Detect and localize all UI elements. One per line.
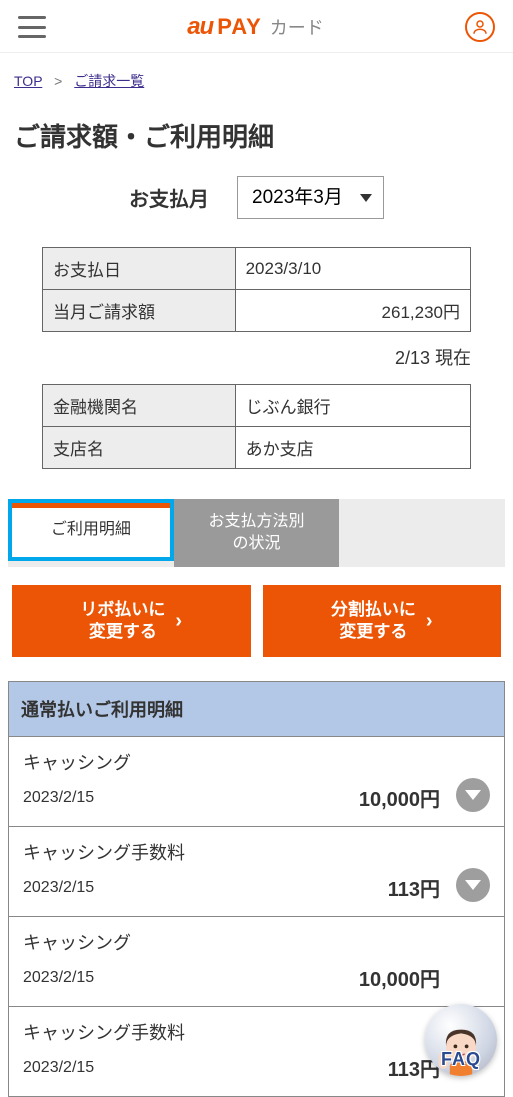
row-title: キャッシング [23, 929, 490, 955]
app-header: au PAY カード [0, 0, 513, 53]
bank-label: 金融機関名 [43, 385, 236, 427]
expand-row-icon[interactable] [456, 868, 490, 902]
breadcrumb-top-link[interactable]: TOP [14, 73, 42, 89]
tab-payment-method-status[interactable]: お支払方法別 の状況 [174, 499, 340, 567]
bank-info-table: 金融機関名 じぶん銀行 支店名 あか支店 [42, 384, 471, 469]
branch-label: 支店名 [43, 427, 236, 469]
pay-date-value: 2023/3/10 [235, 248, 470, 290]
installment-label: 分割払いに 変更する [331, 599, 416, 643]
chevron-right-icon: › [426, 608, 433, 634]
logo-card: カード [270, 14, 324, 40]
usage-detail-header: 通常払いご利用明細 [9, 682, 504, 737]
change-to-installment-button[interactable]: 分割払いに 変更する › [263, 585, 502, 657]
payment-month-selector: お支払月 2023年3月 [0, 176, 513, 219]
row-date: 2023/2/15 [23, 969, 94, 987]
page-title: ご請求額・ご利用明細 [0, 99, 513, 176]
row-title: キャッシング手数料 [23, 839, 490, 865]
faq-label: FAQ [425, 1049, 497, 1070]
as-of-date: 2/13 現在 [0, 342, 513, 384]
amount-value: 261,230円 [235, 290, 470, 332]
payment-summary-table: お支払日 2023/3/10 当月ご請求額 261,230円 [42, 247, 471, 332]
payment-change-actions: リボ払いに 変更する › 分割払いに 変更する › [0, 567, 513, 681]
menu-icon[interactable] [18, 16, 46, 38]
faq-assistant-button[interactable]: FAQ [425, 1004, 497, 1076]
expand-row-icon[interactable] [456, 778, 490, 812]
bank-value: じぶん銀行 [235, 385, 470, 427]
profile-icon[interactable] [465, 12, 495, 42]
brand-logo: au PAY カード [187, 13, 324, 41]
logo-pay: PAY [217, 14, 262, 40]
breadcrumb: TOP > ご請求一覧 [0, 53, 513, 99]
payment-month-select[interactable]: 2023年3月 [237, 176, 384, 219]
row-date: 2023/2/15 [23, 789, 94, 807]
table-row: キャッシング手数料 2023/2/15 113円 [9, 827, 504, 917]
amount-label: 当月ご請求額 [43, 290, 236, 332]
logo-au: au [187, 13, 213, 41]
breadcrumb-current-link[interactable]: ご請求一覧 [74, 73, 144, 89]
table-row: キャッシング 2023/2/15 10,000円 [9, 917, 504, 1007]
table-row: キャッシング 2023/2/15 10,000円 [9, 737, 504, 827]
row-amount: 10,000円 [359, 963, 490, 992]
payment-month-label: お支払月 [129, 183, 209, 212]
row-title: キャッシング手数料 [23, 1019, 490, 1045]
row-date: 2023/2/15 [23, 1059, 94, 1077]
pay-date-label: お支払日 [43, 248, 236, 290]
tab-usage-detail[interactable]: ご利用明細 [12, 503, 170, 557]
branch-value: あか支店 [235, 427, 470, 469]
revolving-label: リボ払いに 変更する [80, 599, 165, 643]
detail-tabs: ご利用明細 お支払方法別 の状況 [8, 499, 505, 567]
change-to-revolving-button[interactable]: リボ払いに 変更する › [12, 585, 251, 657]
chevron-right-icon: › [175, 608, 182, 634]
row-date: 2023/2/15 [23, 879, 94, 897]
breadcrumb-separator: > [54, 73, 62, 89]
row-title: キャッシング [23, 749, 490, 775]
